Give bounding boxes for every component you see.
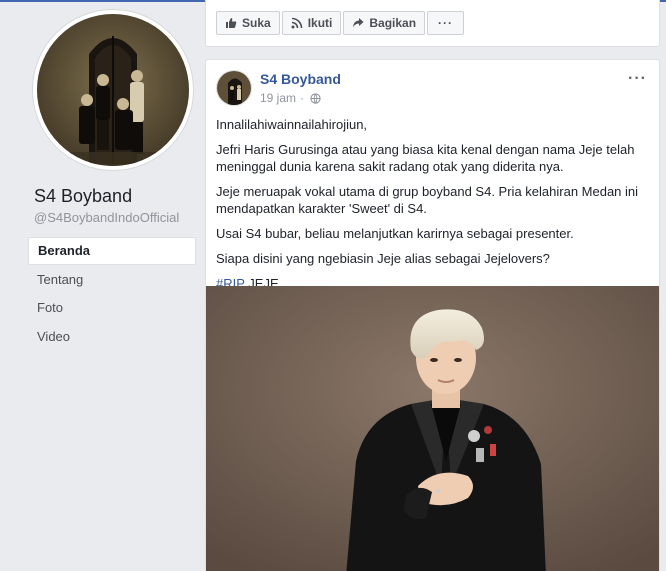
page-handle: @S4BoybandIndoOfficial bbox=[34, 210, 180, 225]
page-nav: Beranda Tentang Foto Video bbox=[28, 237, 196, 351]
follow-label: Ikuti bbox=[307, 16, 333, 30]
thumbs-up-icon bbox=[226, 18, 237, 28]
nav-item-video[interactable]: Video bbox=[28, 323, 196, 351]
post-photo[interactable] bbox=[206, 286, 659, 571]
post-paragraph: Jeje meruapak vokal utama di grup boyban… bbox=[216, 184, 639, 216]
post-card: S4 Boyband 19 jam · ··· Innalilahiwainna… bbox=[205, 59, 660, 571]
post-paragraph: Siapa disini yang ngebiasin Jeje alias s… bbox=[216, 251, 550, 266]
page-name[interactable]: S4 Boyband bbox=[34, 186, 132, 207]
post-timestamp[interactable]: 19 jam bbox=[260, 91, 296, 105]
share-button[interactable]: Bagikan bbox=[343, 11, 426, 35]
profile-photo-image bbox=[37, 14, 189, 166]
globe-icon[interactable] bbox=[310, 92, 321, 104]
page-action-bar: Suka Ikuti Bagikan ··· bbox=[205, 0, 660, 47]
post-paragraph: Jefri Haris Gurusinga atau yang biasa ki… bbox=[216, 142, 635, 174]
page-profile-picture[interactable] bbox=[33, 10, 193, 170]
nav-item-tentang[interactable]: Tentang bbox=[28, 266, 196, 294]
post-meta: 19 jam · bbox=[260, 91, 321, 105]
meta-separator: · bbox=[300, 91, 305, 105]
nav-item-foto[interactable]: Foto bbox=[28, 294, 196, 322]
share-arrow-icon bbox=[353, 18, 364, 28]
post-text: Innalilahiwainnailahirojiun, Jefri Haris… bbox=[216, 116, 646, 300]
rss-icon bbox=[291, 17, 302, 29]
like-label: Suka bbox=[242, 16, 271, 30]
nav-item-beranda[interactable]: Beranda bbox=[28, 237, 196, 265]
post-paragraph: Innalilahiwainnailahirojiun, bbox=[216, 117, 368, 132]
post-paragraph: Usai S4 bubar, beliau melanjutkan karirn… bbox=[216, 226, 574, 241]
post-options-button[interactable]: ··· bbox=[628, 70, 647, 88]
post-author-name[interactable]: S4 Boyband bbox=[260, 71, 341, 87]
left-sidebar: S4 Boyband @S4BoybandIndoOfficial Berand… bbox=[0, 0, 205, 571]
like-button[interactable]: Suka bbox=[216, 11, 280, 35]
follow-button[interactable]: Ikuti bbox=[281, 11, 342, 35]
post-author-avatar[interactable] bbox=[216, 70, 252, 106]
share-label: Bagikan bbox=[369, 16, 417, 30]
author-avatar-image bbox=[217, 71, 251, 105]
post-photo-image bbox=[206, 286, 659, 571]
more-options-button[interactable]: ··· bbox=[427, 11, 465, 35]
